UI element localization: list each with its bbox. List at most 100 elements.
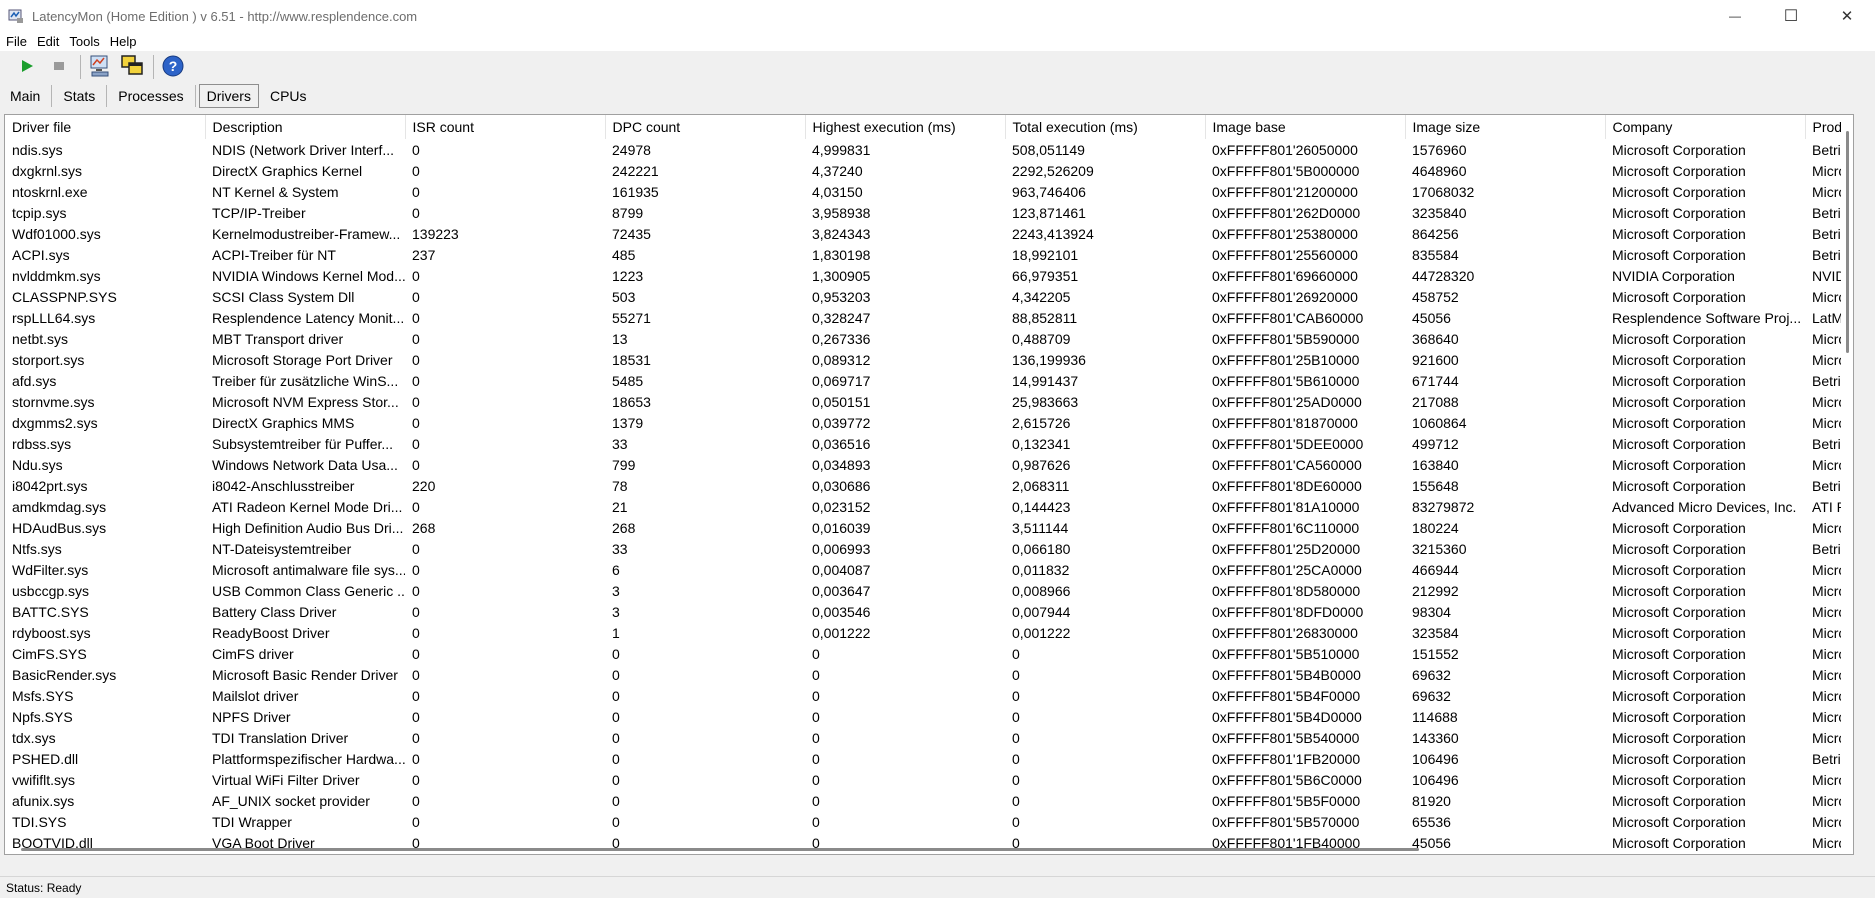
start-button[interactable]	[14, 54, 40, 80]
table-row[interactable]: CLASSPNP.SYS SCSI Class System Dll 0 503 0,9…	[5, 286, 1853, 307]
table-row[interactable]: stornvme.sys Microsoft NVM Express Stor..…	[5, 391, 1853, 412]
table-row[interactable]: tcpip.sys TCP/IP-Treiber 0 8799 3,958938 123,…	[5, 202, 1853, 223]
table-cell: 4,999831	[812, 141, 871, 158]
table-cell: 44728320	[1412, 267, 1475, 284]
table-cell: 1576960	[1412, 141, 1467, 158]
table-cell: 864256	[1412, 225, 1459, 242]
system-info-button[interactable]	[87, 54, 113, 80]
table-cell: 0,039772	[812, 414, 871, 431]
table-cell: 3	[612, 582, 620, 599]
table-row[interactable]: rspLLL64.sys Resplendence Latency Monit..…	[5, 307, 1853, 328]
vertical-scrollbar-thumb[interactable]	[1846, 131, 1849, 353]
table-cell: 114688	[1412, 708, 1458, 725]
table-cell: 0	[412, 708, 420, 725]
table-row[interactable]: Msfs.SYS Mailslot driver 0 0 0 0 0xFFFFF801'5B…	[5, 685, 1853, 706]
windows-button[interactable]	[119, 54, 145, 80]
table-row[interactable]: storport.sys Microsoft Storage Port Drive…	[5, 349, 1853, 370]
column-header[interactable]: Image size	[1405, 115, 1606, 139]
table-cell: 98304	[1412, 603, 1451, 620]
table-row[interactable]: WdFilter.sys Microsoft antimalware file s…	[5, 559, 1853, 580]
table-row[interactable]: i8042prt.sys i8042-Anschlusstreiber 220 78 0…	[5, 475, 1853, 496]
table-row[interactable]: TDI.SYS TDI Wrapper 0 0 0 0 0xFFFFF801'5B57000…	[5, 811, 1853, 832]
table-row[interactable]: dxgkrnl.sys DirectX Graphics Kernel 0 24222…	[5, 160, 1853, 181]
table-row[interactable]: Ndu.sys Windows Network Data Usa... 0 799 0,…	[5, 454, 1853, 475]
table-cell: 368640	[1412, 330, 1459, 347]
table-row[interactable]: CimFS.SYS CimFS driver 0 0 0 0 0xFFFFF801'5B51…	[5, 643, 1853, 664]
table-row[interactable]: usbccgp.sys USB Common Class Generic ... 0…	[5, 580, 1853, 601]
column-header[interactable]: Company	[1605, 115, 1806, 139]
table-cell: 0,007944	[1012, 603, 1071, 620]
table-row[interactable]: afunix.sys AF_UNIX socket provider 0 0 0 0 0xF…	[5, 790, 1853, 811]
table-cell: 3,511144	[1012, 519, 1069, 536]
table-cell: 0xFFFFF801'5B510000	[1212, 645, 1360, 662]
column-header[interactable]: ISR count	[405, 115, 606, 139]
menu-file[interactable]: File	[6, 34, 27, 49]
table-cell: Microsoft Corporation	[1612, 813, 1746, 830]
table-row[interactable]: Npfs.SYS NPFS Driver 0 0 0 0 0xFFFFF801'5B4D00…	[5, 706, 1853, 727]
toolbar-separator	[80, 55, 81, 79]
table-row[interactable]: Ntfs.sys NT-Dateisystemtreiber 0 33 0,006993…	[5, 538, 1853, 559]
menu-help[interactable]: Help	[110, 34, 137, 49]
table-cell: 8799	[612, 204, 644, 221]
tab-drivers[interactable]: Drivers	[198, 84, 259, 108]
menu-edit[interactable]: Edit	[37, 34, 59, 49]
table-row[interactable]: rdyboost.sys ReadyBoost Driver 0 1 0,001222 0…	[5, 622, 1853, 643]
tab-bar: Main Stats Processes Drivers CPUs	[0, 82, 1875, 110]
table-row[interactable]: Wdf01000.sys Kernelmodustreiber-Framew...…	[5, 223, 1853, 244]
column-header[interactable]: DPC count	[605, 115, 806, 139]
table-cell: 0	[412, 393, 420, 410]
table-cell: 0xFFFFF801'25CA0000	[1212, 561, 1362, 578]
table-cell: 0,001222	[812, 624, 871, 641]
minimize-button[interactable]: —	[1707, 0, 1763, 32]
table-row[interactable]: nvlddmkm.sys NVIDIA Windows Kernel Mod...…	[5, 265, 1853, 286]
horizontal-scrollbar-thumb[interactable]	[21, 848, 1419, 851]
column-header[interactable]: Highest execution (ms)	[805, 115, 1006, 139]
table-row[interactable]: amdkmdag.sys ATI Radeon Kernel Mode Dri..…	[5, 496, 1853, 517]
table-cell: Microsoft Corporation	[1612, 708, 1746, 725]
table-cell: 0	[612, 750, 620, 767]
table-cell: 55271	[612, 309, 651, 326]
column-header[interactable]: Image base	[1205, 115, 1406, 139]
table-row[interactable]: BasicRender.sys Microsoft Basic Render Dr…	[5, 664, 1853, 685]
tab-processes[interactable]: Processes	[110, 84, 191, 108]
column-header[interactable]: Total execution (ms)	[1005, 115, 1206, 139]
tab-stats[interactable]: Stats	[55, 84, 103, 108]
stop-button[interactable]	[46, 54, 72, 80]
column-header[interactable]: Driver file	[5, 115, 206, 139]
table-row[interactable]: vwififlt.sys Virtual WiFi Filter Driver 0 0…	[5, 769, 1853, 790]
table-cell: 2243,413924	[1012, 225, 1094, 242]
table-row[interactable]: ndis.sys NDIS (Network Driver Interf... 0 2…	[5, 139, 1853, 160]
table-row[interactable]: rdbss.sys Subsystemtreiber für Puffer... 0…	[5, 433, 1853, 454]
table-row[interactable]: afd.sys Treiber für zusätzliche WinS... 0 5…	[5, 370, 1853, 391]
table-cell: dxgkrnl.sys	[12, 162, 83, 179]
menu-tools[interactable]: Tools	[69, 34, 99, 49]
help-button[interactable]: ?	[160, 54, 186, 80]
table-row[interactable]: PSHED.dll Plattformspezifischer Hardwa...…	[5, 748, 1853, 769]
table-row[interactable]: netbt.sys MBT Transport driver 0 13 0,267336…	[5, 328, 1853, 349]
table-cell: Microsoft Corporation	[1612, 477, 1746, 494]
table-cell: 0xFFFFF801'26830000	[1212, 624, 1358, 641]
table-cell: Microsoft Corporation	[1612, 666, 1746, 683]
table-cell: 0	[812, 708, 820, 725]
table-cell: 155648	[1412, 477, 1459, 494]
table-cell: BasicRender.sys	[12, 666, 117, 683]
table-row[interactable]: ACPI.sys ACPI-Treiber für NT 237 485 1,83019…	[5, 244, 1853, 265]
table-cell: 3235840	[1412, 204, 1467, 221]
table-row[interactable]: dxgmms2.sys DirectX Graphics MMS 0 1379 0,03…	[5, 412, 1853, 433]
tab-cpus[interactable]: CPUs	[262, 84, 315, 108]
table-cell: 499712	[1412, 435, 1459, 452]
table-cell: 0xFFFFF801'25B10000	[1212, 351, 1360, 368]
vertical-scrollbar[interactable]	[1841, 115, 1853, 854]
close-button[interactable]: ✕	[1819, 0, 1875, 32]
table-cell: 0,987626	[1012, 456, 1071, 473]
table-row[interactable]: tdx.sys TDI Translation Driver 0 0 0 0 0xFFFFF…	[5, 727, 1853, 748]
table-cell: BATTC.SYS	[12, 603, 89, 620]
table-row[interactable]: HDAudBus.sys High Definition Audio Bus Dr…	[5, 517, 1853, 538]
table-cell: nvlddmkm.sys	[12, 267, 101, 284]
table-row[interactable]: ntoskrnl.exe NT Kernel & System 0 161935 4,0…	[5, 181, 1853, 202]
maximize-button[interactable]: ☐	[1763, 0, 1819, 32]
column-header[interactable]: Description	[205, 115, 406, 139]
tab-main[interactable]: Main	[2, 84, 48, 108]
table-row[interactable]: BATTC.SYS Battery Class Driver 0 3 0,003546 0…	[5, 601, 1853, 622]
table-cell: 0xFFFFF801'CAB60000	[1212, 309, 1364, 326]
